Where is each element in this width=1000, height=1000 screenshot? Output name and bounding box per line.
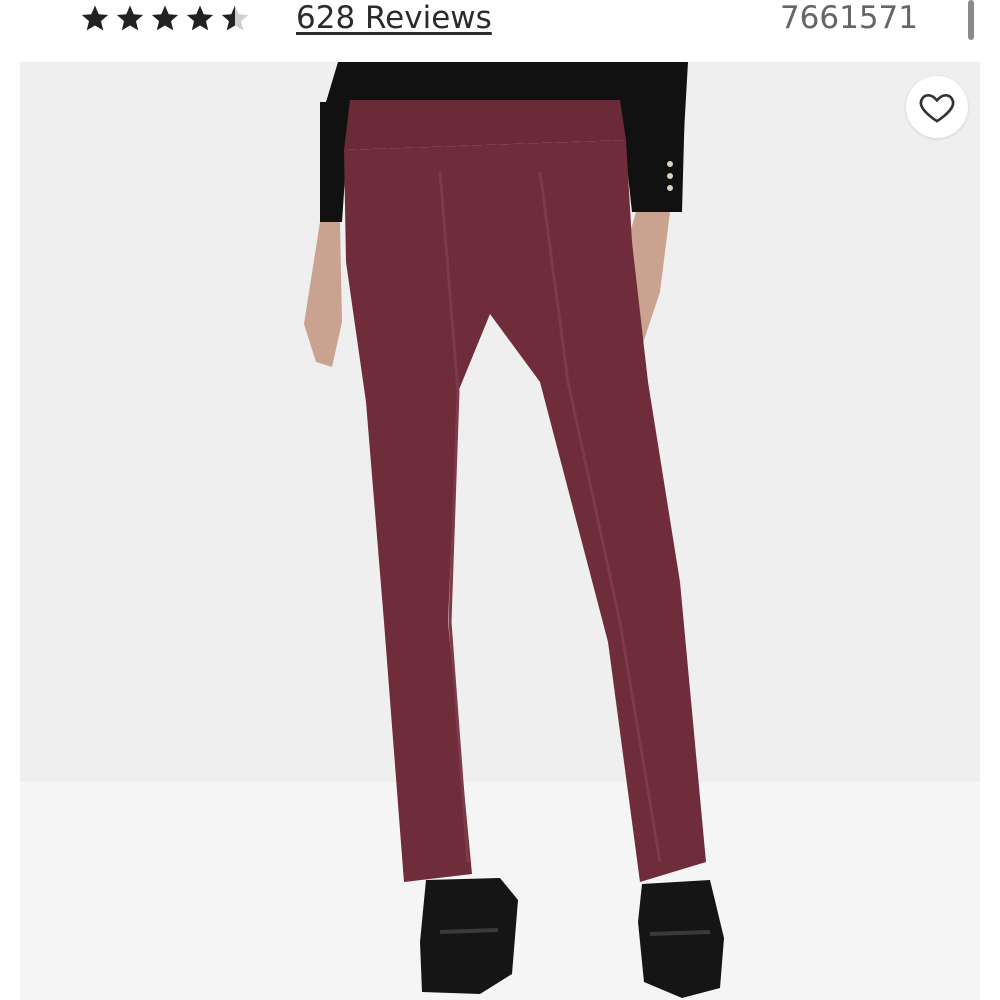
wishlist-button[interactable] xyxy=(906,76,968,138)
star-half-icon xyxy=(221,5,249,31)
model-wearing-pants-illustration xyxy=(304,62,724,998)
product-header: 628 Reviews 7661571 xyxy=(0,0,1000,62)
scrollbar-thumb[interactable] xyxy=(968,0,974,40)
star-icon xyxy=(151,5,179,31)
star-icon xyxy=(116,5,144,31)
star-icon xyxy=(81,5,109,31)
reviews-link[interactable]: 628 Reviews xyxy=(296,0,492,36)
star-icon xyxy=(186,5,214,31)
star-rating xyxy=(80,0,250,36)
heart-outline-icon xyxy=(919,93,955,123)
product-image[interactable] xyxy=(20,62,980,1000)
product-sku: 7661571 xyxy=(779,0,918,36)
